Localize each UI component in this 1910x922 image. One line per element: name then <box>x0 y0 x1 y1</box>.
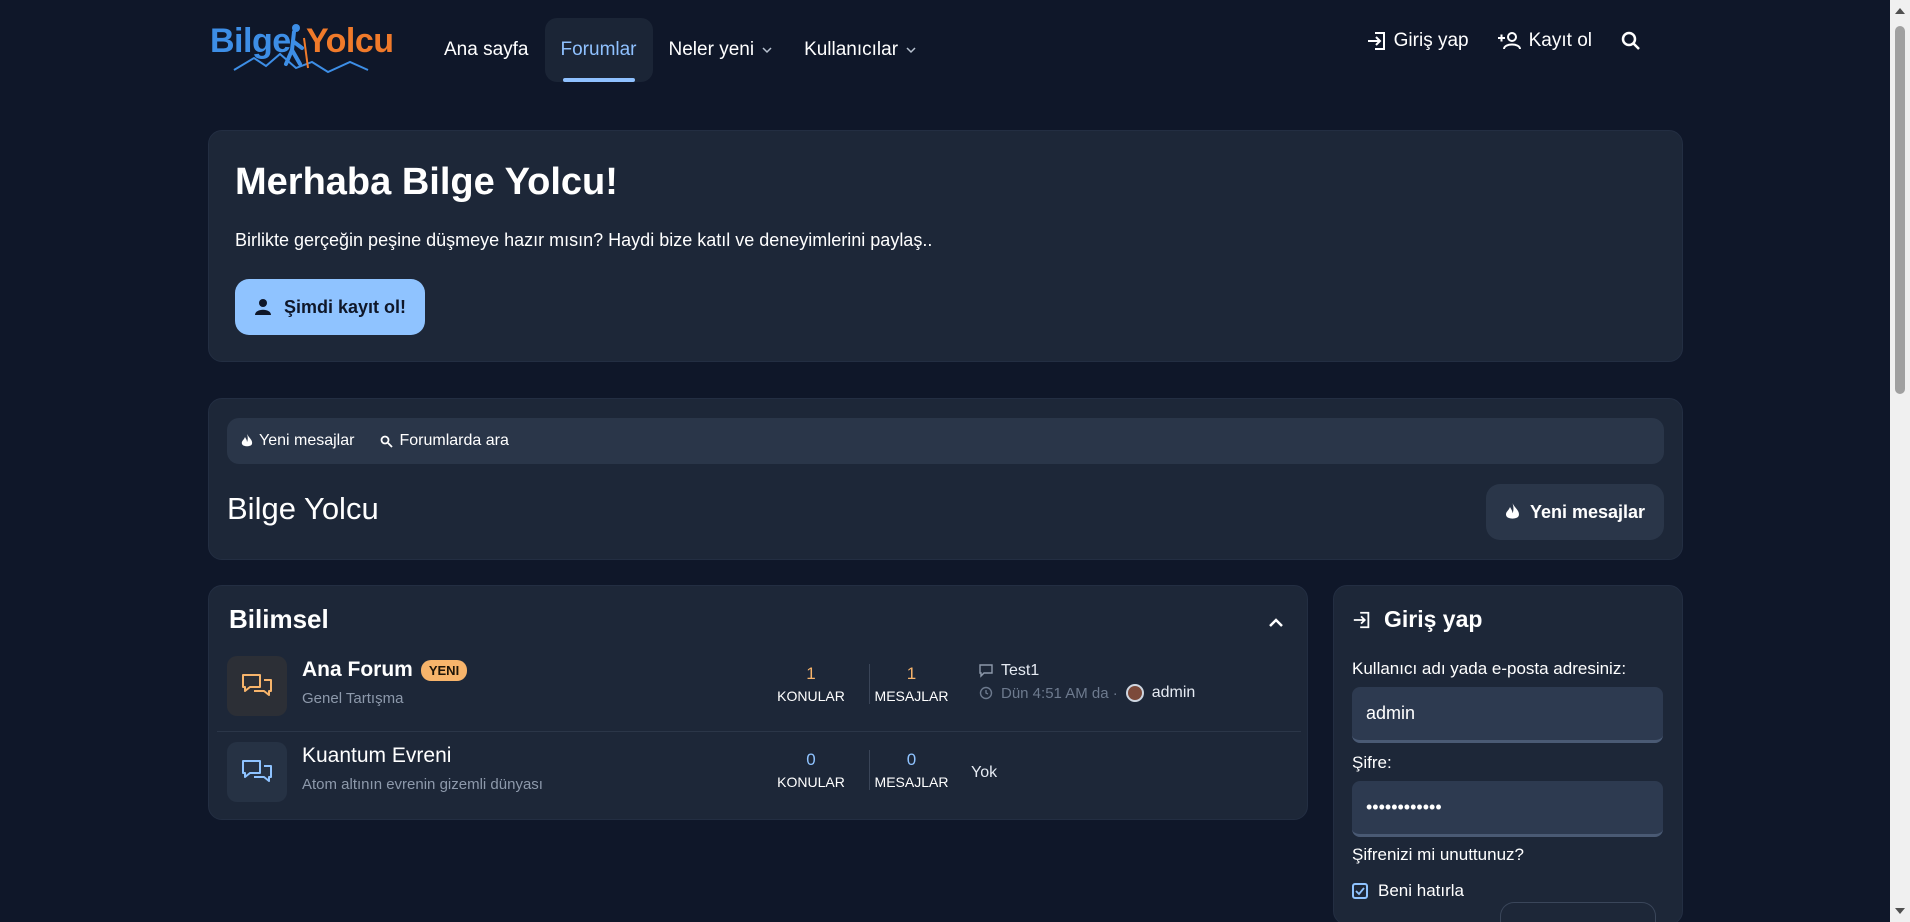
threads-count: 1 <box>806 664 816 683</box>
register-link-label: Kayıt ol <box>1528 30 1592 51</box>
threads-label: KONULAR <box>777 774 845 790</box>
forum-node-icon <box>227 656 287 716</box>
username-label: Kullanıcı adı yada e-posta adresiniz: <box>1352 659 1627 678</box>
forgot-password-link[interactable]: Şifrenizi mi unuttunuz? <box>1352 845 1664 865</box>
search-icon <box>1621 31 1640 50</box>
latest-none: Yok <box>971 764 998 781</box>
login-widget: Giriş yap Kullanıcı adı yada e-posta adr… <box>1333 585 1683 922</box>
login-link-label: Giriş yap <box>1393 30 1469 51</box>
clock-icon <box>979 686 993 700</box>
messages-label: MESAJLAR <box>874 688 949 704</box>
threads-stat: 0 KONULAR <box>769 750 853 790</box>
nav-members-label: Kullanıcılar <box>804 39 899 60</box>
login-icon <box>1367 32 1385 50</box>
nav-home-label: Ana sayfa <box>444 39 529 60</box>
latest-post: Test1 Dün 4:51 AM da · admin <box>979 660 1195 704</box>
site-logo[interactable]: Bilge Yolcu <box>208 18 394 80</box>
new-messages-button[interactable]: Yeni mesajlar <box>1486 484 1664 540</box>
login-link[interactable]: Giriş yap <box>1366 30 1469 52</box>
chat-bubbles-icon <box>242 674 272 696</box>
scrollbar-thumb[interactable] <box>1895 26 1905 394</box>
user-nav: Giriş yap Kayıt ol <box>1366 30 1642 52</box>
forum-node-title-text[interactable]: Kuantum Evreni <box>302 744 451 768</box>
forum-node-description: Atom altının evrenin gizemli dünyası <box>302 776 543 793</box>
new-messages-button-label: Yeni mesajlar <box>1529 501 1646 522</box>
fire-icon <box>1505 503 1519 519</box>
forum-node-icon <box>227 742 287 802</box>
chevron-down-icon[interactable] <box>762 45 772 55</box>
messages-label: MESAJLAR <box>874 774 949 790</box>
forum-node: Kuantum Evreni Atom altının evrenin gize… <box>217 732 1301 818</box>
login-submit-button[interactable] <box>1500 902 1656 922</box>
register-link[interactable]: Kayıt ol <box>1497 30 1592 52</box>
category-title[interactable]: Bilimsel <box>229 604 329 635</box>
messages-stat: 1 MESAJLAR <box>869 664 953 704</box>
main-nav: Ana sayfa Forumlar Neler yeni Kullanıcıl… <box>428 18 932 82</box>
fire-icon <box>241 434 253 447</box>
page-scrollbar[interactable] <box>1890 0 1910 922</box>
logo-word-2: Yolcu <box>306 22 394 60</box>
threads-label: KONULAR <box>777 688 845 704</box>
forum-node: Ana Forum YENI Genel Tartışma 1 KONULAR … <box>217 646 1301 732</box>
nav-forums-label: Forumlar <box>560 39 637 60</box>
nav-forums[interactable]: Forumlar <box>544 18 653 82</box>
remember-me-checkbox[interactable]: Beni hatırla <box>1352 881 1664 901</box>
password-label: Şifre: <box>1352 753 1392 772</box>
nav-whats-new-label: Neler yeni <box>668 39 755 60</box>
search-forums-link[interactable]: Forumlarda ara <box>380 432 509 450</box>
remember-me-label: Beni hatırla <box>1378 881 1464 900</box>
welcome-banner: Merhaba Bilge Yolcu! Birlikte gerçeğin p… <box>208 130 1683 362</box>
forum-node-description: Genel Tartışma <box>302 690 404 707</box>
chat-bubbles-icon <box>242 760 272 782</box>
new-messages-label: Yeni mesajlar <box>259 432 355 449</box>
latest-user[interactable]: admin <box>1152 684 1196 702</box>
site-header: Bilge Yolcu Ana sayfa Forumlar Neler yen… <box>0 0 1890 100</box>
user-icon <box>254 299 271 315</box>
new-messages-link[interactable]: Yeni mesajlar <box>241 432 354 450</box>
user-plus-icon <box>1497 32 1521 50</box>
latest-thread-row: Test1 <box>979 660 1195 682</box>
forum-node-title[interactable]: Ana Forum YENI <box>302 658 468 682</box>
scroll-down-arrow[interactable] <box>1895 908 1905 914</box>
nav-home[interactable]: Ana sayfa <box>428 18 545 82</box>
messages-count: 1 <box>906 664 917 683</box>
nav-members[interactable]: Kullanıcılar <box>788 18 932 82</box>
avatar[interactable] <box>1125 684 1144 702</box>
login-widget-title: Giriş yap <box>1384 606 1483 632</box>
page-title: Bilge Yolcu <box>227 491 379 526</box>
search-icon <box>381 435 394 448</box>
latest-meta-row: Dün 4:51 AM da · admin <box>979 682 1195 704</box>
register-now-button[interactable]: Şimdi kayıt ol! <box>235 279 425 335</box>
forum-node-title[interactable]: Kuantum Evreni <box>302 744 451 768</box>
password-field[interactable]: •••••••••••• <box>1352 781 1663 837</box>
new-badge: YENI <box>420 659 468 681</box>
threads-stat: 1 KONULAR <box>769 664 853 704</box>
latest-thread-title[interactable]: Test1 <box>1001 662 1039 680</box>
welcome-title: Merhaba Bilge Yolcu! <box>235 161 618 203</box>
checkbox-checked-icon[interactable] <box>1352 883 1368 899</box>
messages-count: 0 <box>906 750 917 769</box>
comment-icon <box>979 664 993 678</box>
latest-time[interactable]: Dün 4:51 AM da · <box>1001 685 1118 702</box>
logo-word-1: Bilge <box>210 22 291 60</box>
threads-count: 0 <box>806 750 816 769</box>
search-forums-label: Forumlarda ara <box>399 432 509 449</box>
username-field[interactable]: admin <box>1352 687 1663 743</box>
login-widget-header: Giriş yap <box>1352 606 1664 633</box>
category-block: Bilimsel Ana Forum YENI Genel Tartışma 1… <box>208 585 1308 820</box>
forum-header: Yeni mesajlar Forumlarda ara Bilge Yolcu… <box>208 398 1683 560</box>
scroll-up-arrow[interactable] <box>1895 8 1905 14</box>
quick-actions-bar: Yeni mesajlar Forumlarda ara <box>227 418 1664 464</box>
welcome-text: Birlikte gerçeğin peşine düşmeye hazır m… <box>235 230 933 250</box>
chevron-down-icon[interactable] <box>906 45 916 55</box>
messages-stat: 0 MESAJLAR <box>869 750 953 790</box>
register-now-label: Şimdi kayıt ol! <box>283 296 407 317</box>
nav-whats-new[interactable]: Neler yeni <box>653 18 789 82</box>
forum-node-title-text[interactable]: Ana Forum <box>302 658 413 682</box>
chevron-up-icon[interactable] <box>1265 612 1287 634</box>
search-button[interactable] <box>1620 30 1642 52</box>
login-icon <box>1353 611 1370 628</box>
